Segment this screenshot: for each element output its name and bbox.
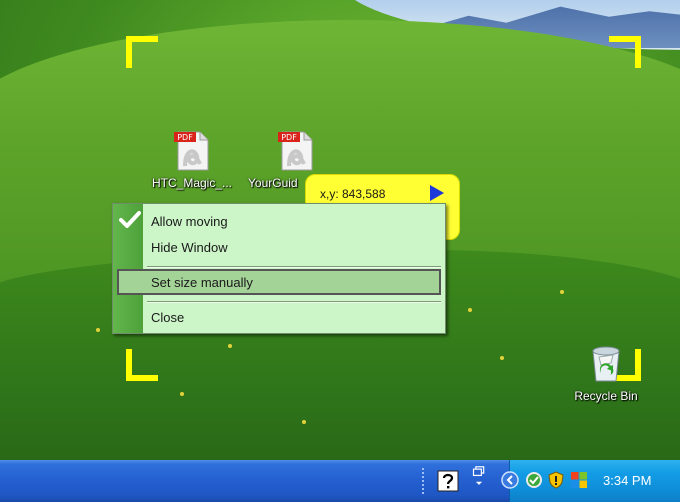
menu-item-label: Close [151,310,185,325]
capture-corner-top-left[interactable] [126,36,158,68]
recycle-bin-icon [592,346,620,382]
pdf-file-icon: PDF [174,131,209,171]
desktop-icon-label: Recycle Bin [574,389,638,403]
menu-item-allow-moving[interactable]: Allow moving [117,210,441,234]
network-icon[interactable] [525,471,543,489]
menu-item-label: Hide Window [151,240,228,255]
flower [96,328,100,332]
pdf-badge-text: PDF [281,133,297,142]
windows-flag-icon[interactable] [570,471,588,489]
taskbar-separator [422,468,424,494]
flower [302,420,306,424]
context-menu: Allow moving Hide Window Set size manual… [112,203,446,334]
menu-item-hide-window[interactable]: Hide Window [117,236,441,260]
restore-windows-icon[interactable] [468,466,490,488]
menu-item-close[interactable]: Close [117,306,441,330]
desktop-icon-htc-magic[interactable]: PDF HTC_Magic_... [144,128,240,190]
desktop-icon-recycle-bin[interactable]: Recycle Bin [562,343,650,403]
menu-item-label: Set size manually [151,275,253,290]
coordinate-readout: x,y: 843,588 [320,187,386,201]
pdf-file-icon: PDF [278,131,313,171]
flower [180,392,184,396]
menu-item-label: Allow moving [151,214,228,229]
flower [560,290,564,294]
capture-corner-bottom-left[interactable] [126,349,158,381]
capture-corner-top-right[interactable] [609,36,641,68]
play-arrow-icon[interactable] [430,185,444,201]
taskbar-clock[interactable]: 3:34 PM [603,473,651,488]
pdf-badge-text: PDF [177,133,193,142]
menu-separator [147,266,441,268]
flower [228,344,232,348]
taskbar: 3:34 PM [0,460,680,502]
menu-separator [147,301,441,303]
tray-expand-icon[interactable] [501,471,519,489]
desktop: PDF HTC_Magic_... PDF YourGuid x,y: 843,… [0,0,680,460]
menu-item-set-size-manually[interactable]: Set size manually [117,269,441,295]
desktop-icon-label: HTC_Magic_... [151,176,233,190]
flower [500,356,504,360]
flower [468,308,472,312]
system-tray: 3:34 PM [501,460,680,502]
help-icon[interactable] [437,470,459,492]
security-shield-icon[interactable] [547,471,565,489]
